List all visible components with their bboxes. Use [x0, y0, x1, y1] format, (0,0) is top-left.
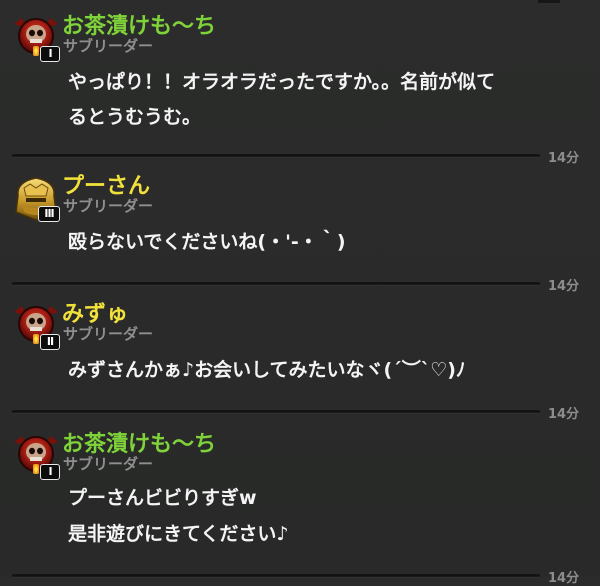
- message-separator: [12, 282, 540, 286]
- red-skull-badge-icon[interactable]: I: [10, 432, 62, 480]
- message-separator: [12, 574, 540, 578]
- red-skull-badge-icon[interactable]: I: [10, 14, 62, 62]
- author-role: サブリーダー: [63, 325, 154, 343]
- message-text-line: やっぱり！！オラオラだったですか。。名前が似て: [68, 71, 496, 93]
- separator-timestamp: 14分: [548, 151, 580, 166]
- message-text-line: 殴らないでくださいね(・'-・｀): [68, 231, 346, 253]
- chat-log[interactable]: I お茶漬けも〜ち サブリーダー やっぱり！！オラオラだったですか。。名前が似て…: [0, 0, 600, 586]
- separator-timestamp: 14分: [548, 279, 580, 294]
- rank-badge: I: [40, 46, 60, 62]
- message-text-line: 是非遊びにきてください♪: [68, 523, 289, 545]
- message-text-line: るとうむうむ。: [68, 106, 202, 128]
- top-separator-stub: [538, 0, 560, 3]
- message-separator: [12, 154, 540, 158]
- rank-badge: III: [38, 206, 60, 222]
- red-skull-badge-icon[interactable]: II: [10, 302, 62, 350]
- gold-helmet-badge-icon[interactable]: III: [10, 174, 62, 222]
- author-role: サブリーダー: [63, 37, 154, 55]
- rank-badge: II: [40, 334, 60, 350]
- author-role: サブリーダー: [63, 197, 154, 215]
- message-text-line: みずさんかぁ♪お会いしてみたいなヾ(´︶`♡)ﾉ: [68, 359, 466, 381]
- separator-timestamp: 14分: [548, 407, 580, 422]
- message-text-line: プーさんビビりすぎw: [68, 487, 257, 509]
- rank-badge: I: [40, 464, 60, 480]
- message-separator: [12, 410, 540, 414]
- author-role: サブリーダー: [63, 455, 154, 473]
